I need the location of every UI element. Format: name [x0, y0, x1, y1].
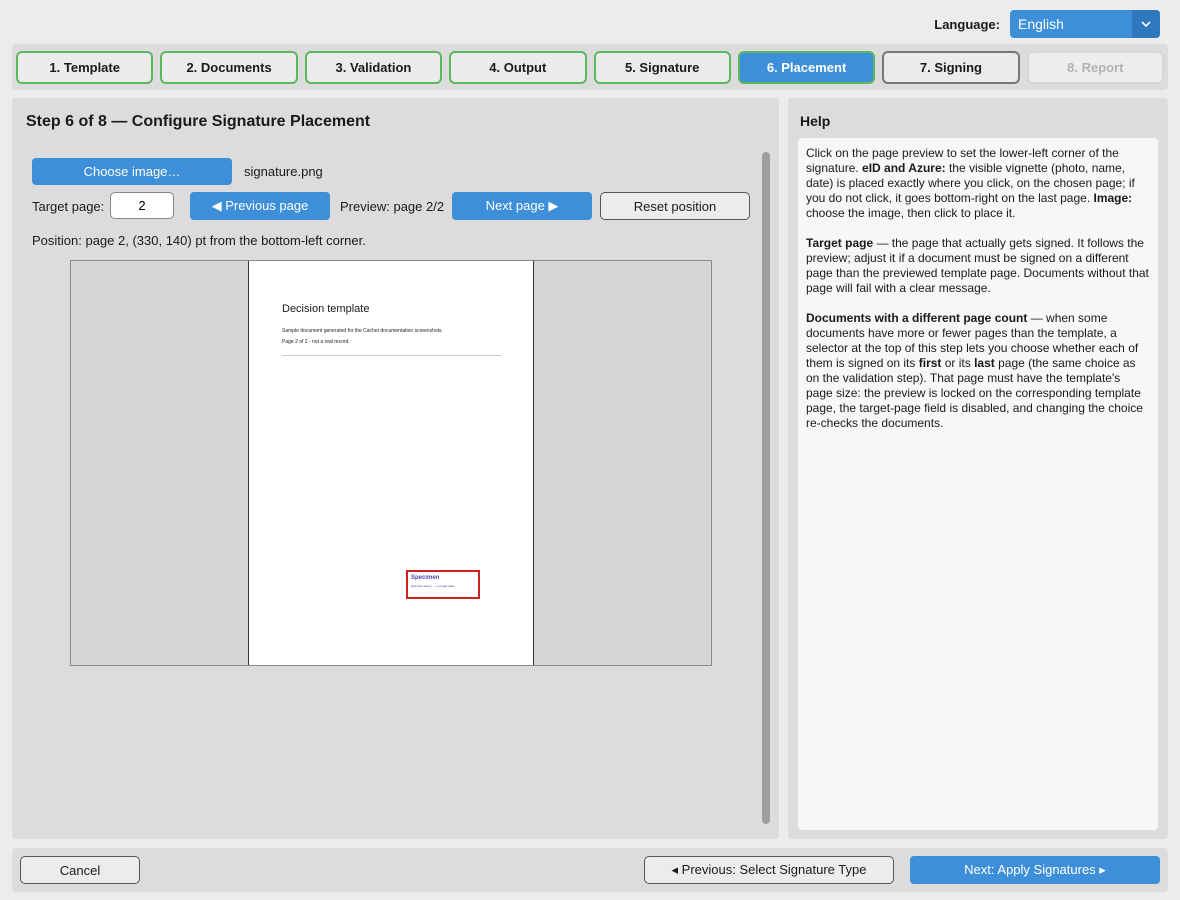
step-signing[interactable]: 7. Signing	[882, 50, 1020, 84]
footer-bar: Cancel ◂ Previous: Select Signature Type…	[12, 848, 1168, 892]
step-placement[interactable]: 6. Placement	[737, 50, 876, 84]
page-preview[interactable]: Decision template Sample document genera…	[70, 260, 712, 666]
signature-placement-box[interactable]: Specimen Example stamp — no legal value	[406, 570, 480, 599]
document-title: Decision template	[282, 303, 370, 315]
step-validation[interactable]: 3. Validation	[304, 50, 443, 84]
next-step-button[interactable]: Next: Apply Signatures ▸	[910, 856, 1160, 884]
step-output[interactable]: 4. Output	[449, 50, 587, 84]
next-page-button[interactable]: Next page ▶	[452, 192, 592, 220]
step-template[interactable]: 1. Template	[16, 50, 154, 84]
language-label: Language:	[934, 16, 1000, 32]
previous-step-button[interactable]: ◂ Previous: Select Signature Type	[644, 856, 894, 884]
document-line-1: Sample document generated for the Cachet…	[282, 328, 443, 334]
language-select[interactable]: English	[1010, 10, 1160, 38]
choose-image-button[interactable]: Choose image…	[32, 158, 232, 185]
help-paragraph-page-count: Documents with a different page count — …	[806, 311, 1143, 430]
panel-scrollbar[interactable]	[762, 152, 770, 824]
step-documents[interactable]: 2. Documents	[160, 50, 298, 84]
language-bar: Language: English	[934, 10, 1160, 38]
previous-page-button[interactable]: ◀ Previous page	[190, 192, 330, 220]
help-panel: Help Click on the page preview to set th…	[788, 98, 1168, 839]
signature-subtext: Example stamp — no legal value	[411, 584, 455, 588]
step-signature[interactable]: 5. Signature	[593, 50, 731, 84]
target-page-input[interactable]	[110, 192, 174, 219]
step-report: 8. Report	[1026, 50, 1164, 84]
file-name: signature.png	[244, 164, 323, 179]
wizard-steps: 1. Template 2. Documents 3. Validation 4…	[12, 44, 1168, 90]
help-paragraph-target: Target page — the page that actually get…	[806, 236, 1149, 295]
chevron-down-icon	[1132, 10, 1160, 38]
cancel-button[interactable]: Cancel	[20, 856, 140, 884]
page-title: Step 6 of 8 — Configure Signature Placem…	[26, 113, 371, 130]
placement-panel: Step 6 of 8 — Configure Signature Placem…	[12, 98, 779, 839]
position-readout: Position: page 2, (330, 140) pt from the…	[32, 233, 366, 248]
reset-position-button[interactable]: Reset position	[600, 192, 750, 220]
document-line-2: Page 2 of 2 - not a real record.	[282, 339, 350, 345]
preview-label: Preview: page 2/2	[340, 199, 445, 214]
preview-page[interactable]: Decision template Sample document genera…	[248, 261, 534, 665]
language-value: English	[1018, 16, 1064, 32]
help-paragraph-click: Click on the page preview to set the low…	[806, 146, 1135, 220]
help-text: Click on the page preview to set the low…	[798, 138, 1158, 830]
target-page-label: Target page:	[32, 199, 105, 214]
document-divider	[282, 355, 501, 356]
signature-name: Specimen	[411, 575, 440, 581]
help-title: Help	[800, 113, 831, 129]
